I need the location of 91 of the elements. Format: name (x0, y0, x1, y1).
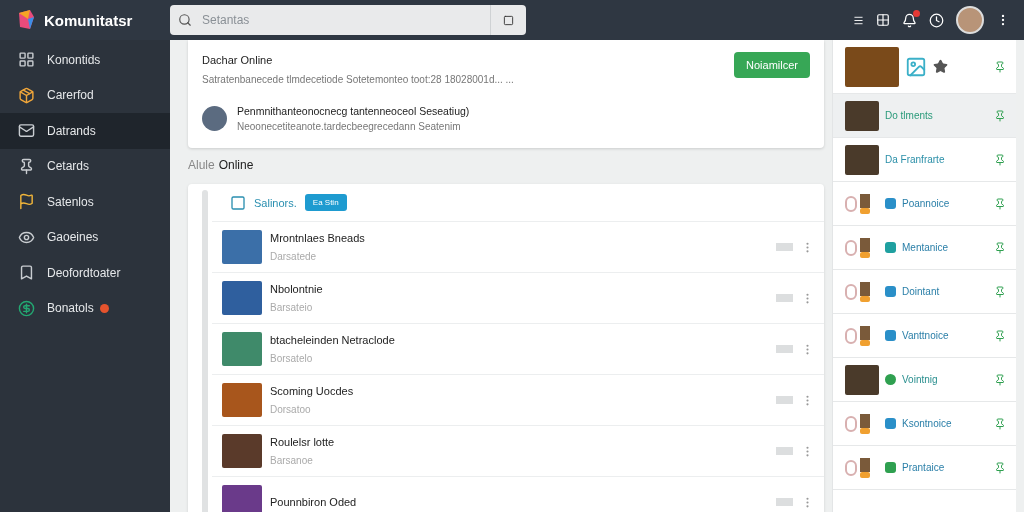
sidebar-item[interactable]: Satenlos (0, 184, 170, 220)
menu-icon[interactable] (853, 14, 864, 26)
list-row[interactable]: Scoming Uocdes Dorsatoo (212, 375, 824, 426)
tag-marker (776, 396, 793, 404)
photo-placeholder (845, 364, 879, 395)
panel-label[interactable]: Vanttnoice (902, 330, 949, 341)
row-title: Mrontnlaes Bneads (270, 232, 366, 244)
panel-row[interactable]: Do tlments (833, 94, 1016, 138)
search-input[interactable]: Setantas (200, 5, 490, 35)
bell-icon[interactable] (902, 12, 917, 28)
row-subtitle: Darsatede (270, 251, 318, 262)
list-row[interactable]: Nbolontnie Barsateio (212, 273, 824, 324)
pin-icon[interactable] (994, 285, 1006, 298)
pin-icon (18, 157, 35, 175)
media-icon (845, 412, 871, 435)
row-title: btacheleinden Netraclode (270, 334, 396, 346)
post-subtitle: Neoonecetiteanote.tardecbeegrecedann Seatenim (237, 121, 462, 132)
panel-label[interactable]: Da Franfrarte (885, 154, 945, 165)
row-subtitle: Barsateio (270, 302, 314, 313)
square-icon (503, 14, 514, 26)
section-prefix: Alule (188, 158, 215, 172)
star-icon (933, 59, 948, 74)
pin-icon[interactable] (994, 329, 1006, 342)
app-icon (905, 55, 927, 78)
row-title: Roulelsr lotte (270, 436, 336, 448)
panel-label[interactable]: Mentanice (902, 242, 949, 253)
sidebar-item[interactable]: Bonatols (0, 290, 170, 326)
list-badge: Ea Stin (304, 194, 347, 211)
panel-label[interactable]: Vointnig (902, 374, 938, 385)
panel-label[interactable]: Ksontnoice (902, 418, 952, 429)
pin-icon[interactable] (994, 197, 1006, 210)
tag-marker (776, 345, 793, 353)
clock-icon[interactable] (929, 12, 944, 28)
pin-icon[interactable] (994, 373, 1006, 386)
row-title: Nbolontnie (270, 283, 324, 295)
row-subtitle: Dorsatoo (270, 404, 312, 415)
grid-icon[interactable] (876, 13, 890, 27)
media-icon (845, 324, 871, 347)
pin-icon[interactable] (994, 241, 1006, 254)
sidebar-item[interactable]: Deofordtoater (0, 255, 170, 291)
square-icon (230, 194, 246, 211)
row-title: Pounnbiron Oded (270, 496, 358, 508)
panel-label[interactable]: Prantaice (902, 462, 945, 473)
search-icon (178, 13, 192, 27)
pin-icon[interactable] (994, 60, 1006, 73)
sidebar-item[interactable]: Datrands (0, 113, 170, 149)
media-icon (845, 280, 871, 303)
section-title: Online (218, 158, 254, 172)
sidebar-item[interactable]: Carerfod (0, 77, 170, 113)
media-icon (845, 236, 871, 259)
pin-icon[interactable] (994, 417, 1006, 430)
row-subtitle: Borsatelo (270, 353, 314, 364)
panel-label[interactable]: Dointant (902, 286, 940, 297)
row-title: Scoming Uocdes (270, 385, 355, 397)
media-icon (845, 192, 871, 215)
list-row[interactable]: btacheleinden Netraclode Borsatelo (212, 324, 824, 375)
grid-icon (18, 51, 35, 69)
card-title: Dachar Online (202, 54, 274, 66)
sidebar-item[interactable]: Cetards (0, 148, 170, 184)
pin-icon[interactable] (994, 461, 1006, 474)
pin-icon[interactable] (994, 109, 1006, 122)
photo-placeholder (845, 144, 879, 175)
tag-marker (776, 447, 793, 455)
tag-marker (776, 294, 793, 302)
logo-icon (16, 9, 36, 31)
post-title: Penmnithanteonocnecg tantenneoceol Seseatiug) (237, 105, 470, 117)
app-title: Komunitatsr (44, 11, 133, 29)
tag-marker (776, 243, 793, 251)
sidebar-item[interactable]: Konontids (0, 42, 170, 78)
row-subtitle: Barsanoe (270, 455, 314, 466)
bookmark-icon (18, 264, 35, 282)
sidebar-item[interactable]: Gaoeines (0, 219, 170, 255)
flag-icon (18, 193, 35, 211)
mail-icon (18, 122, 35, 140)
list-row[interactable]: Mrontnlaes Bneads Darsatede (212, 222, 824, 273)
avatar[interactable] (956, 6, 984, 34)
panel-label[interactable]: Do tlments (885, 110, 933, 121)
media-icon (845, 456, 871, 479)
package-icon (18, 86, 35, 104)
tag-marker (776, 498, 793, 506)
card-description: Satratenbanecede tlmdecetiode Sotetemonteo toot:28 18028001d... ... (202, 74, 514, 85)
avatar (202, 106, 227, 131)
list-header: Salinors. (254, 196, 297, 209)
list-row[interactable]: Roulelsr lotte Barsanoe (212, 426, 824, 477)
list-row[interactable]: Pounnbiron Oded (212, 477, 824, 512)
search-field[interactable]: Setantas (170, 5, 526, 35)
coin-icon (18, 299, 35, 317)
pin-icon[interactable] (994, 153, 1006, 166)
panel-label[interactable]: Poannoice (902, 198, 950, 209)
action-button[interactable]: Noiamilcer (734, 52, 810, 78)
photo-placeholder (845, 100, 879, 131)
